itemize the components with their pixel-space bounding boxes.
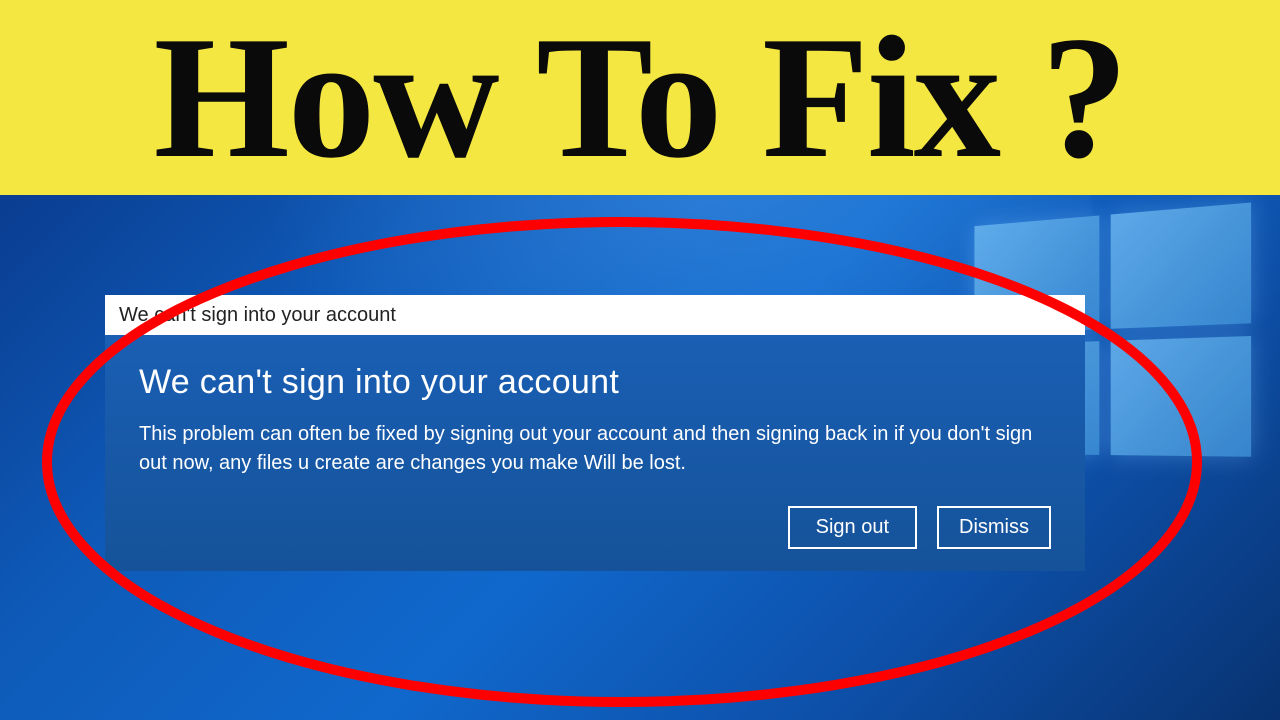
dialog-body: We can't sign into your account This pro… bbox=[105, 335, 1085, 571]
dialog-titlebar: We can't sign into your account bbox=[105, 295, 1085, 335]
headline-text: How To Fix ? bbox=[154, 10, 1127, 185]
dialog-actions: Sign out Dismiss bbox=[139, 506, 1051, 549]
headline-banner: How To Fix ? bbox=[0, 0, 1280, 195]
dismiss-button[interactable]: Dismiss bbox=[937, 506, 1051, 549]
desktop-background: We can't sign into your account We can't… bbox=[0, 195, 1280, 720]
dialog-message: This problem can often be fixed by signi… bbox=[139, 420, 1051, 478]
sign-out-button[interactable]: Sign out bbox=[788, 506, 917, 549]
dialog-heading: We can't sign into your account bbox=[139, 363, 1051, 402]
error-dialog: We can't sign into your account We can't… bbox=[105, 295, 1085, 571]
dialog-titlebar-text: We can't sign into your account bbox=[119, 304, 396, 327]
